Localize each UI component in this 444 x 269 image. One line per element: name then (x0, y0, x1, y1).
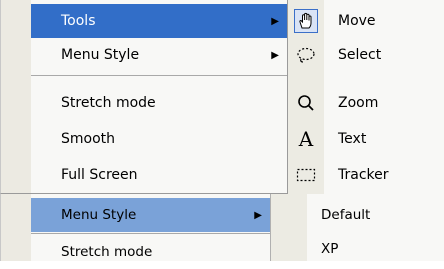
main-context-menu: Tools ▶ Menu Style ▶ Stretch mode Smooth… (0, 0, 288, 194)
submenu-item-move[interactable]: Move (288, 4, 444, 38)
menu-item-menu-style[interactable]: Menu Style ▶ (31, 38, 287, 72)
submenu-item-label: Default (321, 207, 371, 223)
submenu-item-label: XP (321, 241, 339, 257)
menu-item-full-screen[interactable]: Full Screen (31, 158, 287, 192)
menu-item-label: Smooth (61, 131, 116, 147)
menu-item-label: Menu Style (61, 47, 140, 63)
menu-item-smooth[interactable]: Smooth (31, 122, 287, 156)
submenu-item-tracker[interactable]: Tracker (288, 158, 444, 192)
menu-item-label: Stretch mode (61, 244, 153, 260)
menu-item-stretch-mode[interactable]: Stretch mode (31, 86, 287, 120)
submenu-item-label: Text (338, 131, 367, 147)
menu-item-menu-style[interactable]: Menu Style ▶ (31, 198, 270, 232)
menu-item-tools[interactable]: Tools ▶ (31, 4, 287, 38)
submenu-item-zoom[interactable]: Zoom (288, 86, 444, 120)
submenu-arrow-icon: ▶ (271, 15, 279, 27)
menu-item-label: Tools (61, 13, 96, 29)
tools-submenu: Move Select Zoom A Text Tracker (288, 0, 444, 194)
secondary-context-menu: Menu Style ▶ Stretch mode (0, 194, 270, 261)
submenu-item-label: Move (338, 13, 376, 29)
submenu-item-default[interactable]: Default (271, 198, 444, 232)
submenu-item-select[interactable]: Select (288, 38, 444, 72)
submenu-arrow-icon: ▶ (271, 49, 279, 61)
menu-gutter (1, 0, 31, 193)
menu-item-label: Full Screen (61, 167, 138, 183)
submenu-arrow-icon: ▶ (254, 209, 262, 221)
menu-item-label: Stretch mode (61, 95, 156, 111)
text-A-icon: A (298, 127, 314, 151)
submenu-item-label: Select (338, 47, 382, 63)
menu-separator (31, 233, 270, 234)
submenu-item-text[interactable]: A Text (288, 122, 444, 156)
magnifier-icon (294, 91, 318, 115)
hand-icon (294, 9, 318, 33)
menu-item-label: Menu Style (61, 207, 137, 223)
lasso-select-icon (294, 43, 318, 67)
submenu-item-label: Tracker (338, 167, 389, 183)
menu-gutter (1, 194, 31, 261)
menu-style-submenu: Default XP (270, 194, 444, 261)
dashed-rectangle-icon (294, 163, 318, 187)
menu-item-stretch-mode[interactable]: Stretch mode (31, 235, 270, 269)
menu-separator (31, 75, 287, 76)
submenu-item-label: Zoom (338, 95, 379, 111)
